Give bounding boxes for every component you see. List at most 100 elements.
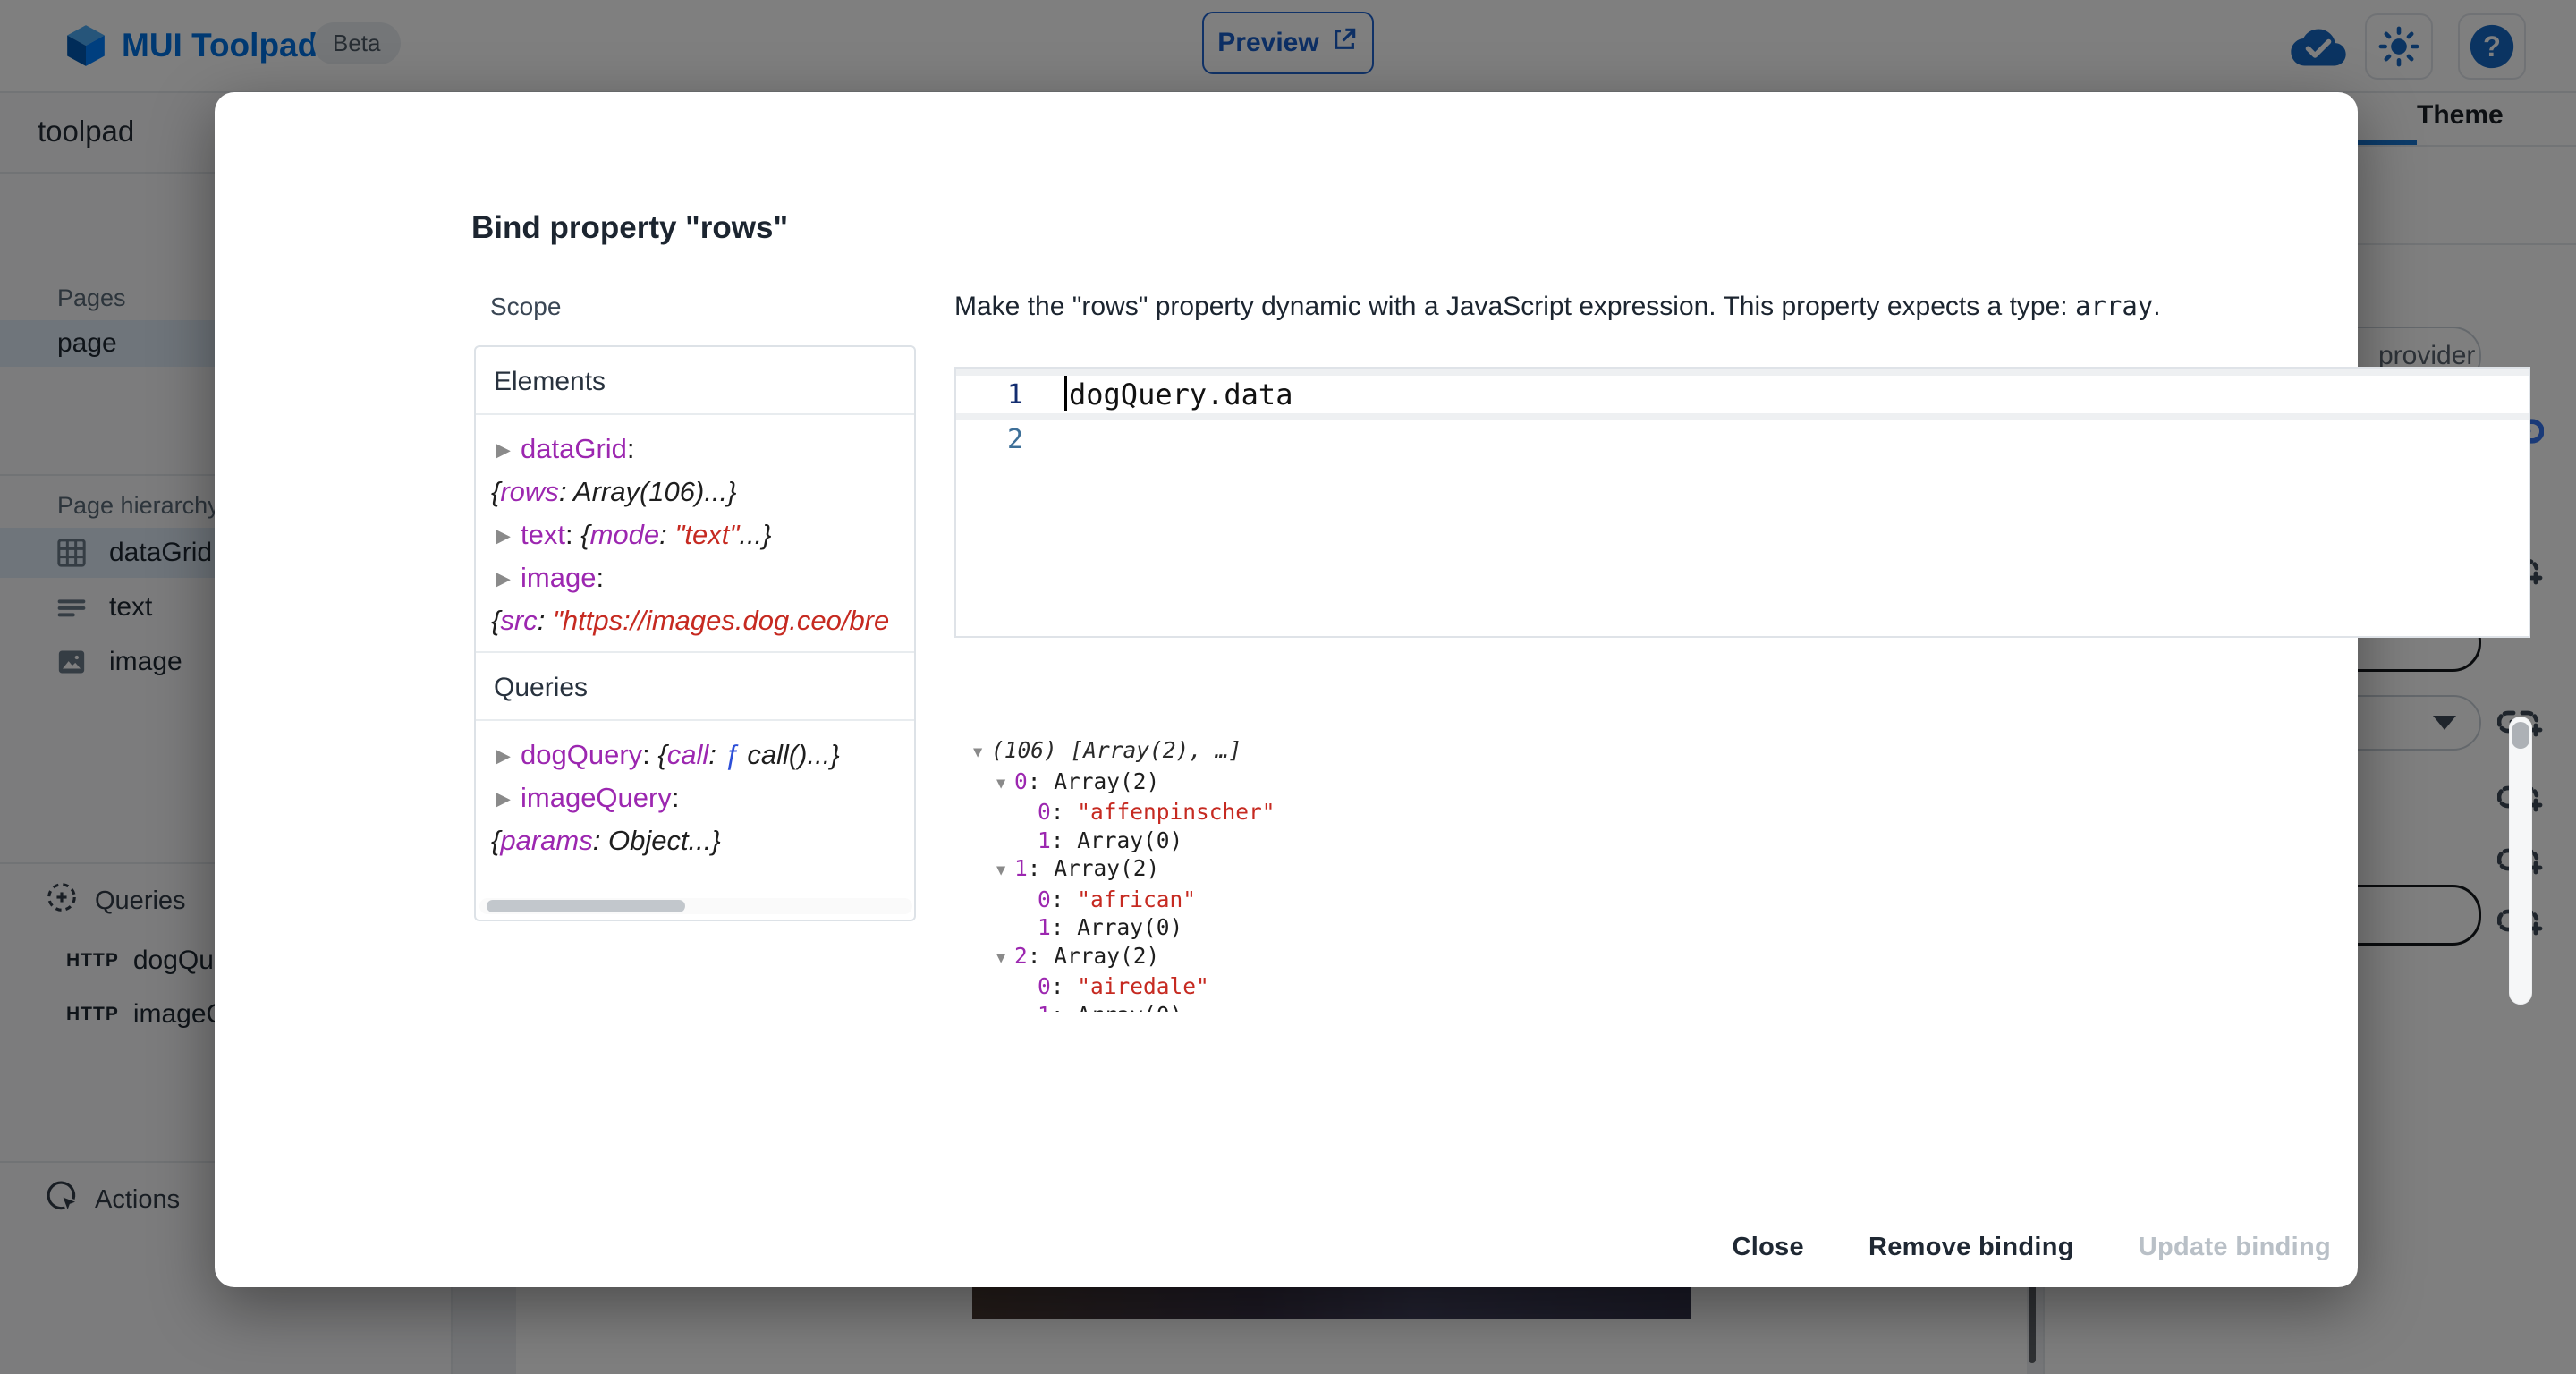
scope-tree-row[interactable]: ▶imageQuery: (476, 776, 914, 819)
editor-line[interactable]: 2 (956, 420, 2529, 458)
dialog-actions: Close Remove binding Update binding (1733, 1233, 2332, 1262)
result-tree-row[interactable]: 0: "affenpinscher" (954, 798, 2534, 827)
tree-caret-icon[interactable]: ▶ (496, 428, 521, 471)
result-tree-row[interactable]: 1: Array(0) (954, 827, 2534, 855)
editor-stripe (956, 413, 2529, 420)
token: imageQuery (521, 782, 672, 813)
token: : (627, 433, 635, 464)
token: : Array(2) (1028, 855, 1160, 881)
result-tree-row[interactable]: 0: "airedale" (954, 972, 2534, 1001)
scope-tree-row[interactable]: {params: Object...} (476, 819, 914, 862)
scope-tree-row[interactable]: ▶text: {mode: "text"...} (476, 513, 914, 556)
expected-type: array (2075, 291, 2153, 321)
scope-explorer: Elements▶dataGrid:{rows: Array(106)...}▶… (474, 345, 916, 921)
scope-tree-row[interactable]: ▶image: (476, 556, 914, 599)
token: src (500, 605, 537, 636)
token: rows (500, 476, 558, 507)
token: : (672, 782, 680, 813)
token: { (491, 605, 500, 636)
token: call (667, 739, 709, 770)
token: { (491, 476, 500, 507)
scope-tree-row[interactable]: ▶dogQuery: {call: ƒ call()...} (476, 734, 914, 776)
token: : Array(0) (1051, 914, 1183, 940)
tree-caret-icon[interactable]: ▼ (973, 739, 991, 768)
editor-stripe (956, 369, 2529, 376)
text-cursor (1064, 376, 1067, 411)
token: 1 (1038, 1002, 1051, 1013)
description-text: Make the "rows" property dynamic with a … (954, 292, 2075, 321)
result-tree-row[interactable]: 0: "african" (954, 886, 2534, 914)
result-tree-row[interactable]: 1: Array(0) (954, 913, 2534, 942)
scope-horizontal-scrollbar[interactable] (479, 898, 912, 914)
token: 1 (1014, 855, 1028, 881)
dialog-title: Bind property "rows" (471, 210, 788, 246)
token: dataGrid (521, 433, 627, 464)
token: params (500, 825, 592, 856)
token: : (538, 605, 553, 636)
result-tree-row[interactable]: ▼2: Array(2) (954, 942, 2534, 973)
token: 1 (1038, 827, 1051, 853)
remove-binding-button[interactable]: Remove binding (1868, 1233, 2074, 1262)
scope-section-list: ▶dataGrid:{rows: Array(106)...}▶text: {m… (476, 415, 914, 651)
tree-caret-icon[interactable]: ▶ (496, 514, 521, 557)
evaluation-result-panel: ▼(106) [Array(2), …]▼0: Array(2)0: "affe… (954, 709, 2534, 1012)
result-scrollbar[interactable] (2509, 717, 2532, 1005)
line-number: 2 (956, 424, 1023, 455)
line-number: 1 (956, 379, 1023, 411)
tree-caret-icon[interactable]: ▶ (496, 557, 521, 600)
tree-caret-icon[interactable]: ▼ (996, 945, 1014, 973)
token: { (491, 825, 500, 856)
result-tree-row[interactable]: ▼0: Array(2) (954, 768, 2534, 799)
token: { (657, 739, 666, 770)
token: "text" (674, 519, 739, 550)
token: call()...} (740, 739, 840, 770)
token: : Array(0) (1051, 1002, 1183, 1013)
token: : Object...} (593, 825, 721, 856)
token: "african" (1077, 886, 1196, 912)
scope-tree-row[interactable]: {src: "https://images.dog.ceo/bre (476, 599, 914, 642)
token: "airedale" (1077, 973, 1209, 999)
token: { (580, 519, 589, 550)
result-tree-row[interactable]: ▼(106) [Array(2), …] (954, 736, 2534, 768)
token: : (1051, 886, 1078, 912)
token: mode (590, 519, 660, 550)
token: "affenpinscher" (1077, 799, 1275, 825)
bind-property-dialog: Bind property "rows" Scope Elements▶data… (215, 92, 2358, 1287)
token: : (596, 562, 604, 593)
result-tree-row[interactable]: ▼1: Array(2) (954, 854, 2534, 886)
update-binding-button[interactable]: Update binding (2139, 1233, 2331, 1262)
scrollbar-thumb[interactable] (487, 900, 685, 912)
js-expression-editor[interactable]: 1 dogQuery.data 2 (954, 367, 2530, 638)
tree-caret-icon[interactable]: ▶ (496, 734, 521, 777)
scope-section-header: Elements (476, 347, 914, 413)
token: ...} (739, 519, 771, 550)
scope-section-header: Queries (476, 651, 914, 719)
token: : (642, 739, 657, 770)
token: 0 (1038, 973, 1051, 999)
token: (106) [Array(2), …] (991, 737, 1241, 763)
token: ƒ (724, 739, 739, 770)
description-suffix: . (2153, 292, 2160, 321)
token: : Array(2) (1028, 943, 1160, 969)
editor-line[interactable]: 1 dogQuery.data (956, 376, 2529, 413)
token: "https://images.dog.ceo/bre (553, 605, 889, 636)
token: 2 (1014, 943, 1028, 969)
tree-caret-icon[interactable]: ▶ (496, 777, 521, 820)
code-text: dogQuery.data (1069, 377, 1292, 411)
token: dogQuery (521, 739, 642, 770)
tree-caret-icon[interactable]: ▼ (996, 770, 1014, 799)
token: 0 (1038, 799, 1051, 825)
token: : (565, 519, 580, 550)
token: image (521, 562, 596, 593)
binding-description: Make the "rows" property dynamic with a … (954, 291, 2161, 322)
close-button[interactable]: Close (1733, 1233, 1804, 1262)
scope-tree-row[interactable]: ▶dataGrid: (476, 428, 914, 471)
token: 0 (1014, 768, 1028, 794)
result-tree-row[interactable]: 1: Array(0) (954, 1001, 2534, 1013)
token: : (708, 739, 724, 770)
token: : (659, 519, 674, 550)
tree-caret-icon[interactable]: ▼ (996, 857, 1014, 886)
token: text (521, 519, 565, 550)
scope-tree-row[interactable]: {rows: Array(106)...} (476, 471, 914, 513)
token: : Array(106)...} (559, 476, 737, 507)
